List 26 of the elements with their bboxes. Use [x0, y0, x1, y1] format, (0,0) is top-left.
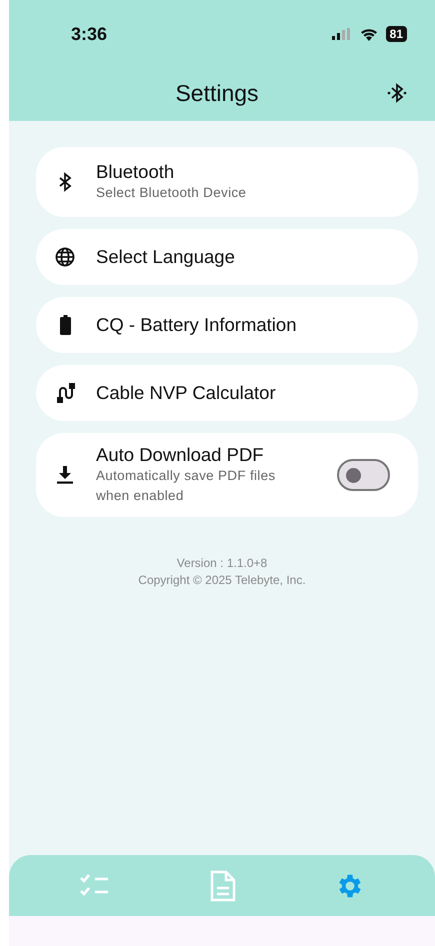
version-text: Version : 1.1.0+8 [176, 554, 268, 572]
item-title: Cable NVP Calculator [96, 381, 276, 405]
settings-item[interactable]: CQ - Battery Information [36, 297, 418, 353]
status-time: 3:36 [71, 22, 108, 46]
item-subtitle: Select Bluetooth Device [96, 184, 246, 202]
settings-item[interactable]: Select Language [36, 229, 418, 285]
settings-item[interactable]: Cable NVP Calculator [36, 365, 418, 421]
item-title: Bluetooth [96, 160, 176, 184]
download-icon [57, 466, 73, 484]
page-title: Settings [175, 78, 259, 108]
item-title: Auto Download PDF [96, 443, 265, 466]
settings-item[interactable]: Auto Download PDF Automatically save PDF files when enabled [36, 433, 418, 517]
bluetooth-icon [58, 172, 72, 192]
item-title: CQ - Battery Information [96, 313, 296, 337]
wifi-icon [360, 28, 378, 40]
battery-level: 81 [386, 26, 407, 42]
cable-icon [55, 383, 75, 403]
signal-icon [332, 28, 352, 40]
settings-item[interactable]: Bluetooth Select Bluetooth Device [36, 147, 418, 217]
copyright-text: Copyright © 2025 Telebyte, Inc. [137, 572, 307, 589]
item-title: Select Language [96, 245, 235, 269]
bluetooth-searching-icon[interactable] [387, 82, 407, 104]
item-subtitle: Automatically save PDF files when enabled [96, 467, 276, 506]
globe-icon [55, 247, 75, 267]
battery-icon [60, 315, 70, 335]
toggle-switch[interactable] [337, 458, 390, 491]
